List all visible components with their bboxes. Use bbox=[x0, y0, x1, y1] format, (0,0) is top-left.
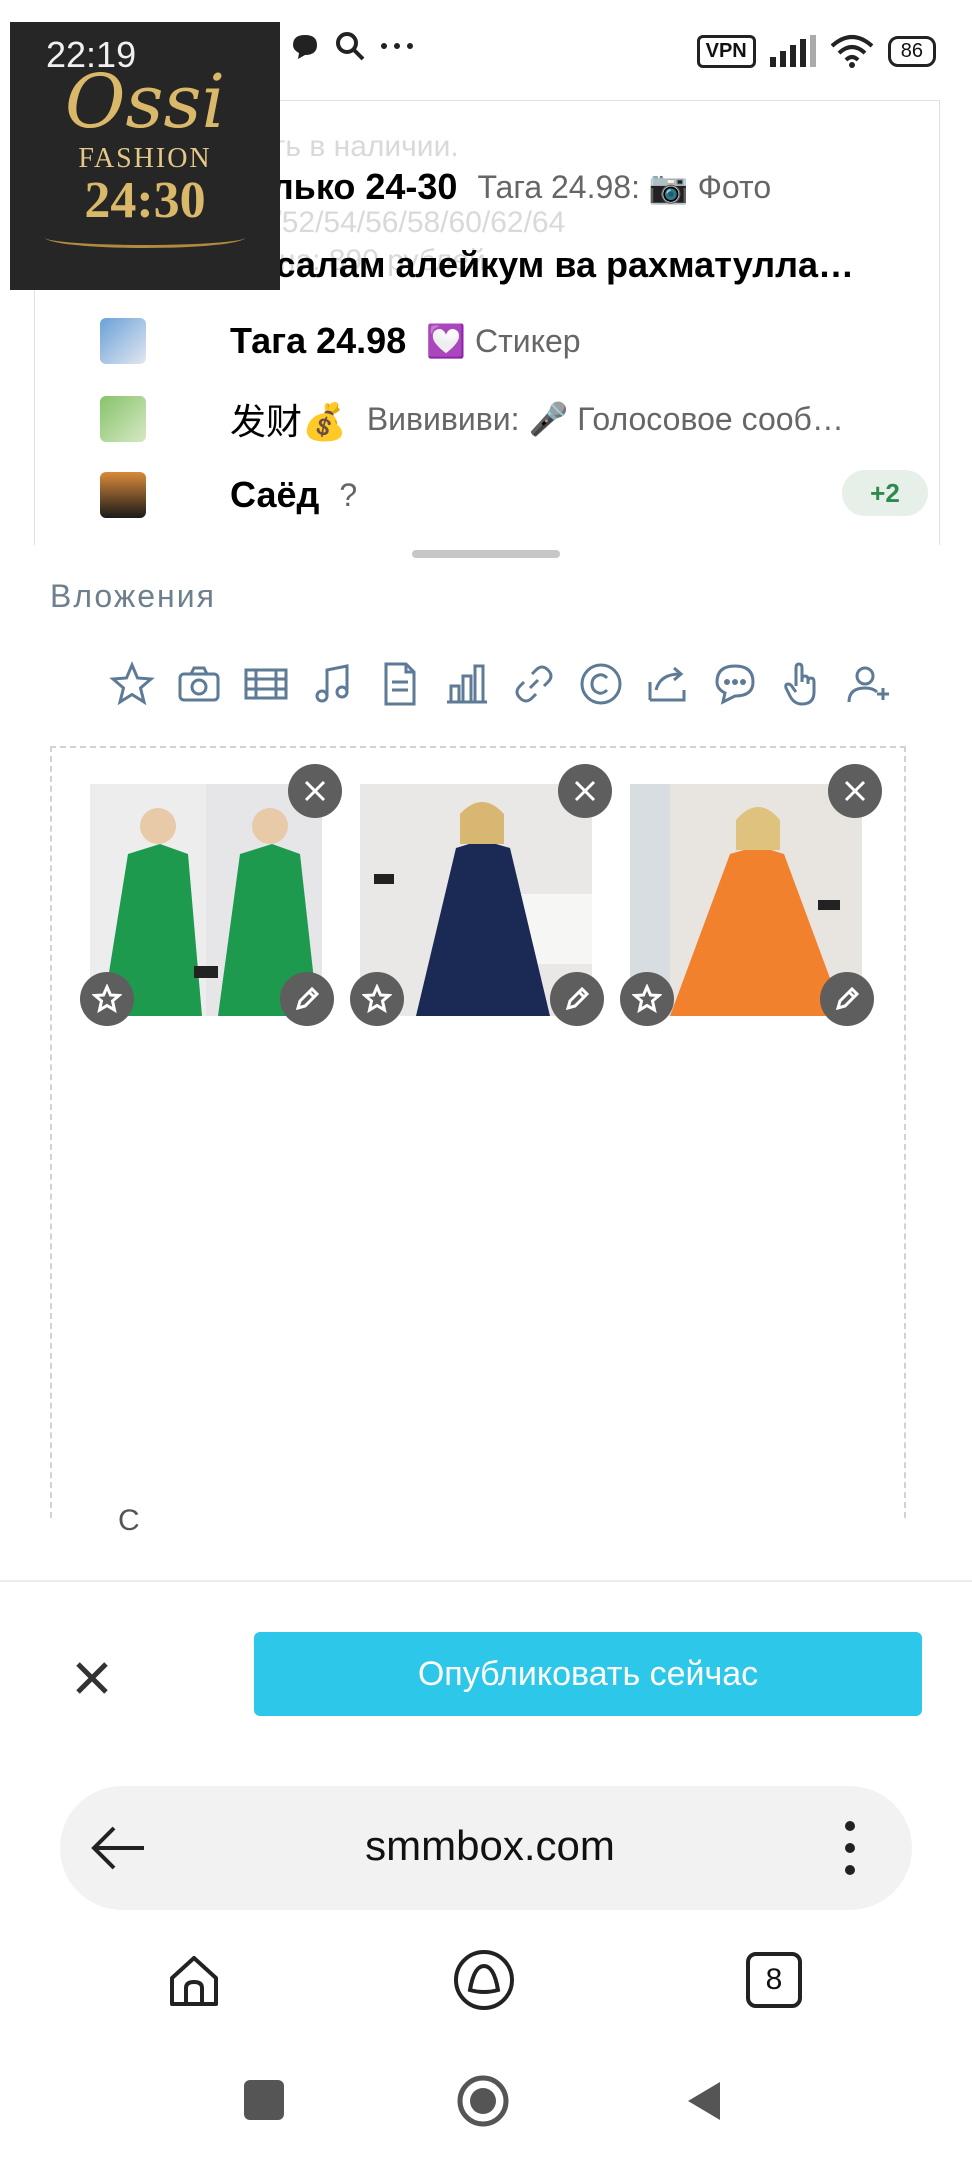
home-icon[interactable] bbox=[162, 1948, 226, 2012]
back-button[interactable] bbox=[684, 2078, 724, 2124]
avatar bbox=[100, 396, 146, 442]
edit-photo-button[interactable] bbox=[820, 972, 874, 1026]
back-arrow-icon[interactable] bbox=[88, 1820, 148, 1876]
share-icon[interactable] bbox=[644, 660, 692, 708]
attachments-title: Вложения bbox=[50, 578, 216, 614]
favorite-photo-button[interactable] bbox=[620, 972, 674, 1026]
vpn-icon: VPN bbox=[696, 34, 756, 68]
logo-fashion: FASHION bbox=[78, 142, 212, 174]
more-icon bbox=[381, 43, 413, 49]
star-icon[interactable] bbox=[108, 660, 156, 708]
remove-photo-button[interactable] bbox=[558, 764, 612, 818]
status-time-overlay: 22:19 bbox=[46, 34, 137, 75]
battery-icon: 86 bbox=[887, 35, 936, 67]
chat-preview: Тага 24.98: 📷 Фото bbox=[477, 169, 772, 205]
url-text[interactable]: smmbox.com bbox=[300, 1822, 680, 1870]
attachment-thumbnail[interactable] bbox=[620, 764, 882, 1026]
document-icon[interactable] bbox=[376, 660, 424, 708]
tabs-count-button[interactable]: 8 bbox=[746, 1952, 802, 2008]
favorite-photo-button[interactable] bbox=[350, 972, 404, 1026]
publish-now-button[interactable]: Опубликовать сейчас bbox=[254, 1632, 922, 1716]
signal-icon bbox=[769, 35, 816, 67]
avatar bbox=[100, 318, 146, 364]
close-icon bbox=[304, 780, 326, 802]
recent-apps-button[interactable] bbox=[244, 2080, 284, 2120]
star-icon bbox=[362, 984, 392, 1014]
logo-flourish bbox=[45, 227, 245, 248]
edit-photo-button[interactable] bbox=[280, 972, 334, 1026]
divider bbox=[0, 1580, 972, 1582]
attachment-toolbar bbox=[108, 660, 893, 708]
chat-preview: Вивививи: 🎤 Голосовое сооб… bbox=[366, 401, 844, 437]
edit-photo-button[interactable] bbox=[550, 972, 604, 1026]
chat-item-saed[interactable]: Саёд ? bbox=[100, 460, 920, 530]
pencil-icon bbox=[295, 986, 320, 1011]
clipped-text: С bbox=[118, 1504, 140, 1537]
logo-numbers: 24:30 bbox=[84, 171, 206, 229]
chat-title: 发财💰 bbox=[230, 401, 347, 442]
remove-photo-button[interactable] bbox=[288, 764, 342, 818]
copyright-icon[interactable] bbox=[577, 660, 625, 708]
chat-preview: ? bbox=[339, 476, 358, 513]
add-user-icon[interactable] bbox=[845, 660, 893, 708]
link-icon[interactable] bbox=[510, 660, 558, 708]
assistant-icon[interactable] bbox=[452, 1948, 516, 2012]
more-vertical-icon[interactable] bbox=[840, 1818, 860, 1878]
comment-icon[interactable] bbox=[711, 660, 759, 708]
more-chats-badge[interactable]: +2 bbox=[842, 470, 928, 516]
drag-handle[interactable] bbox=[412, 550, 560, 558]
close-icon[interactable] bbox=[70, 1656, 114, 1700]
chat-item-taga[interactable]: Тага 24.98 💟 Стикер bbox=[100, 306, 920, 376]
attachment-thumbnail[interactable] bbox=[80, 764, 342, 1026]
star-icon bbox=[632, 984, 662, 1014]
chat-bubble-icon bbox=[293, 35, 317, 59]
attachment-thumbnail[interactable] bbox=[350, 764, 612, 1026]
avatar bbox=[100, 472, 146, 518]
chat-title: Саёд bbox=[230, 474, 320, 515]
home-button[interactable] bbox=[456, 2074, 510, 2128]
search-icon bbox=[336, 32, 365, 61]
chat-title: Тага 24.98 bbox=[230, 320, 407, 361]
music-icon[interactable] bbox=[309, 660, 357, 708]
hand-pointer-icon[interactable] bbox=[778, 660, 826, 708]
remove-photo-button[interactable] bbox=[828, 764, 882, 818]
pencil-icon bbox=[835, 986, 860, 1011]
close-icon bbox=[574, 780, 596, 802]
chat-preview: 💟 Стикер bbox=[426, 323, 581, 359]
star-icon bbox=[92, 984, 122, 1014]
close-icon bbox=[844, 780, 866, 802]
chat-item-facai[interactable]: 发财💰 Вивививи: 🎤 Голосовое сооб… bbox=[100, 384, 920, 454]
chat-title: Ассалам алейкум ва рахматулла… bbox=[230, 244, 855, 285]
wifi-icon bbox=[830, 35, 874, 68]
bar-chart-icon[interactable] bbox=[443, 660, 491, 708]
pencil-icon bbox=[565, 986, 590, 1011]
status-right-icons: VPN 86 bbox=[696, 34, 936, 68]
status-left-icons bbox=[290, 30, 414, 62]
film-icon[interactable] bbox=[242, 660, 290, 708]
camera-icon[interactable] bbox=[175, 660, 223, 708]
favorite-photo-button[interactable] bbox=[80, 972, 134, 1026]
